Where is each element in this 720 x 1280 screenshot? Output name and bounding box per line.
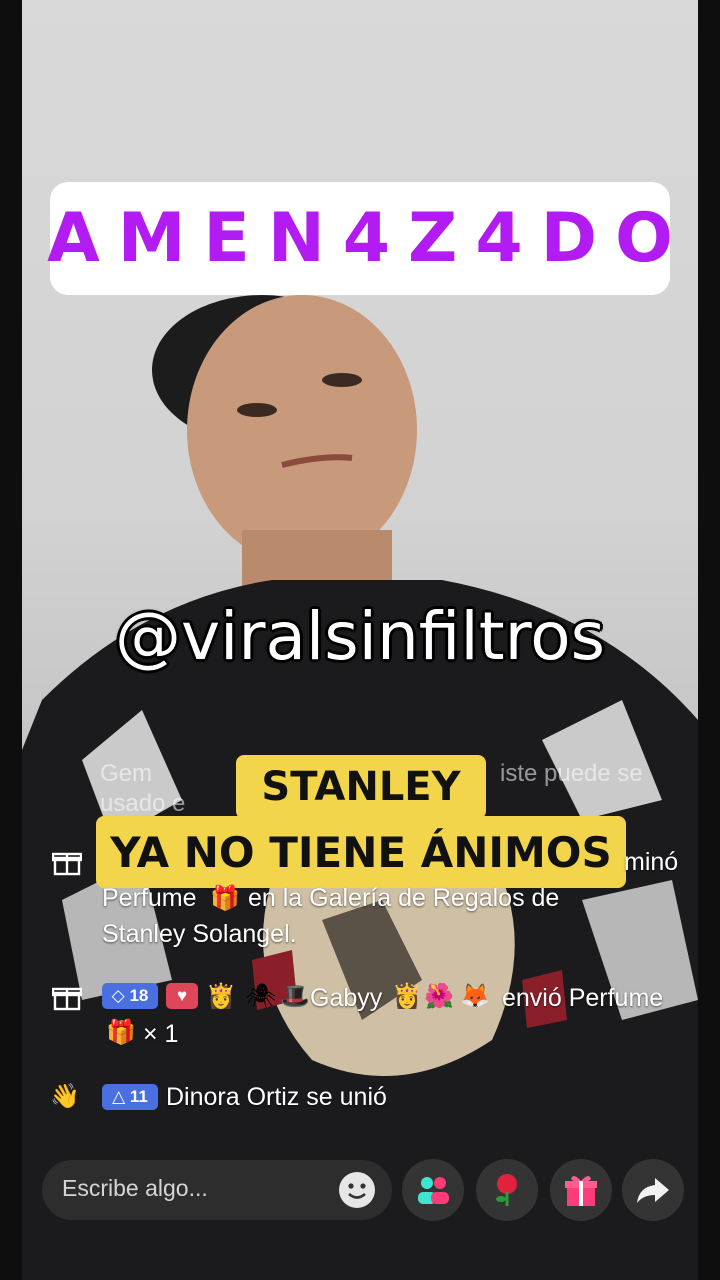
level-badge: ◇ 18: [102, 983, 158, 1009]
rose-gift-button[interactable]: [476, 1159, 538, 1221]
chat-gift-recipient: Stanley Solangel.: [102, 920, 297, 948]
share-button[interactable]: [622, 1159, 684, 1221]
share-icon: [637, 1178, 669, 1203]
diamond-icon: ◇: [111, 986, 125, 1005]
chat-ghost-text: Gem: [100, 760, 153, 787]
rose-gift-icon: [496, 1174, 517, 1206]
fan-badge: ♥: [166, 983, 198, 1009]
level-number: 18: [129, 986, 149, 1005]
comment-placeholder: Escribe algo...: [62, 1175, 208, 1201]
guests-icon: [418, 1177, 449, 1204]
chat-ghost-text-2: usado e: [100, 790, 186, 817]
level-badge: △ 11: [102, 1084, 158, 1110]
spider-emoji: 🕷: [246, 983, 277, 1010]
chat-gift-text: en la Galería de Regalos de: [248, 884, 560, 912]
emoji-button[interactable]: [326, 1159, 388, 1221]
guests-button[interactable]: [402, 1159, 464, 1221]
emoji-icon: [339, 1172, 375, 1208]
gift-button[interactable]: [550, 1159, 612, 1221]
caption-line-2: YA NO TIENE ÁNIMOS: [96, 816, 626, 888]
chat-ghost-text-right: iste puede se: [500, 760, 643, 787]
chat-gift-text-end: minó: [624, 848, 679, 876]
chat-gift-item: Perfume: [102, 884, 197, 912]
caption-line-1: STANLEY: [236, 755, 486, 819]
wave-icon: 👋: [50, 1083, 80, 1110]
watermark-handle: @viralsinfiltros: [114, 598, 606, 675]
chat-join-text: Dinora Ortiz se unió: [166, 1083, 387, 1111]
fox-emoji: 🦊: [460, 983, 490, 1010]
hat-emoji: 🎩: [280, 983, 310, 1010]
chat-send-action: envió Perfume: [502, 984, 664, 1012]
level-number: 11: [129, 1087, 148, 1106]
perfume-icon: 🎁: [210, 885, 240, 912]
chat-username: Gabyy: [310, 984, 383, 1012]
gift-icon: [52, 987, 82, 1011]
flower-emoji: 🌺: [424, 983, 454, 1010]
princess-emoji: 👸: [392, 983, 422, 1010]
gift-box-icon: [565, 1175, 597, 1206]
perfume-icon: 🎁: [106, 1019, 136, 1046]
title-text: AMEN4Z4DO: [47, 199, 691, 278]
title-banner: AMEN4Z4DO: [47, 182, 673, 295]
princess-emoji: 👸: [206, 983, 236, 1010]
triangle-icon: △: [112, 1087, 126, 1106]
chat-gift-count: × 1: [143, 1020, 179, 1048]
gift-icon: [52, 852, 82, 876]
